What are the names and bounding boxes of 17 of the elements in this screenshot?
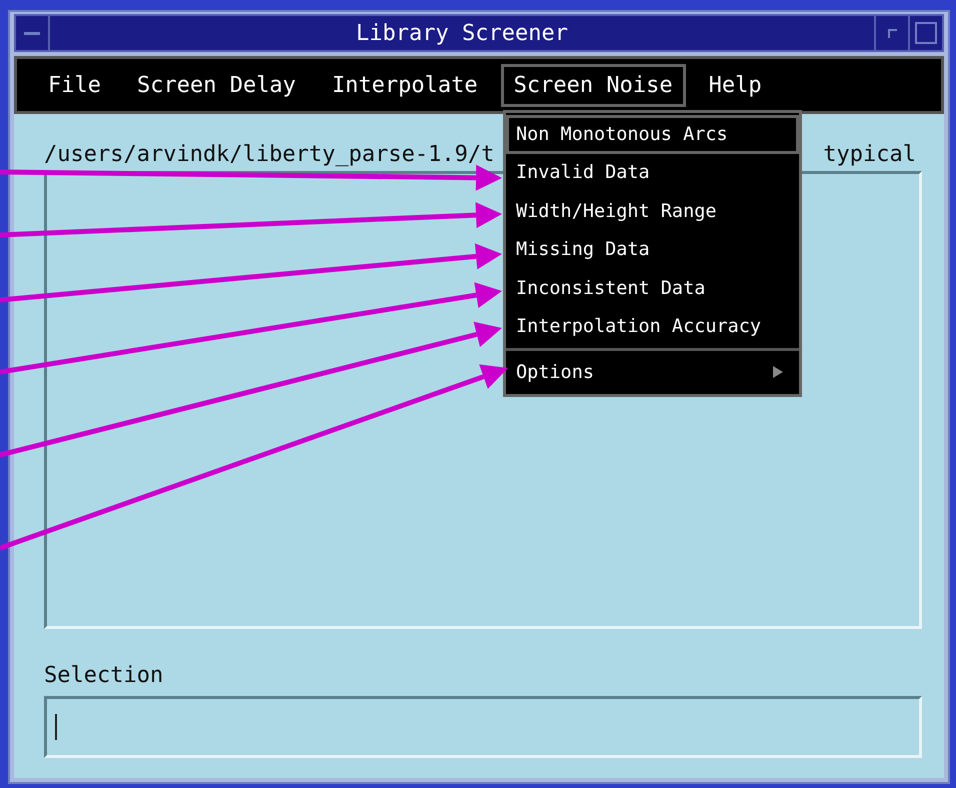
menu-option[interactable]: Inconsistent Data: [506, 269, 799, 308]
menu-option[interactable]: Invalid Data: [506, 154, 799, 192]
file-path: /users/arvindk/liberty_parse-1.9/t: [44, 142, 494, 167]
selection-label: Selection: [44, 663, 164, 688]
menu-option[interactable]: Interpolation Accuracy: [506, 308, 799, 346]
window-title: Library Screener: [355, 20, 569, 46]
menu-option[interactable]: Missing Data: [506, 230, 799, 269]
menu-item[interactable]: Screen Noise: [500, 64, 686, 106]
selection-field[interactable]: [44, 696, 922, 758]
menu-option[interactable]: Options: [506, 353, 799, 392]
menu-option[interactable]: Width/Height Range: [506, 192, 799, 230]
file-path: typical: [823, 142, 916, 167]
menu-item[interactable]: Interpolate: [318, 64, 491, 106]
menu-item[interactable]: Help: [696, 64, 775, 106]
menu-item[interactable]: Screen Delay: [124, 64, 309, 106]
menu-option[interactable]: Non Monotonous Arcs: [506, 115, 799, 154]
menu-item[interactable]: File: [35, 64, 114, 106]
